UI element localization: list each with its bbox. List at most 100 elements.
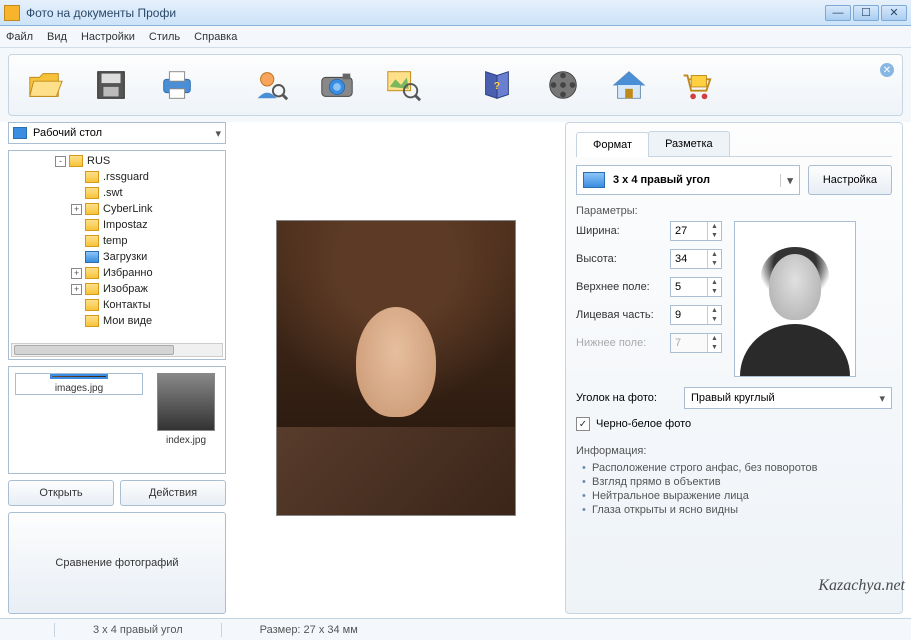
chevron-down-icon[interactable]: ▾ [879, 392, 885, 405]
up-arrow-icon[interactable]: ▲ [708, 306, 721, 315]
film-reel-icon[interactable] [537, 61, 589, 109]
status-format: 3 x 4 правый угол [85, 624, 191, 636]
folder-icon [69, 155, 83, 167]
tree-item-label: Контакты [103, 299, 151, 311]
window-title: Фото на документы Профи [26, 6, 825, 20]
height-spinner[interactable]: ▲▼ [670, 249, 722, 269]
config-button[interactable]: Настройка [808, 165, 892, 195]
camera-icon[interactable] [311, 61, 363, 109]
up-arrow-icon[interactable]: ▲ [708, 222, 721, 231]
menu-style[interactable]: Стиль [149, 31, 180, 43]
monitor-icon [13, 127, 27, 139]
folder-icon [85, 219, 99, 231]
width-input[interactable] [671, 222, 707, 240]
down-arrow-icon: ▼ [708, 343, 721, 352]
titlebar: Фото на документы Профи — ☐ ✕ [0, 0, 911, 26]
face-part-input[interactable] [671, 306, 707, 324]
app-icon [4, 5, 20, 21]
tree-item[interactable]: Контакты [9, 297, 225, 313]
info-item: Взгляд прямо в объектив [580, 475, 892, 489]
help-book-icon[interactable]: ? [471, 61, 523, 109]
tree-item-label: Изображ [103, 283, 148, 295]
down-arrow-icon[interactable]: ▼ [708, 259, 721, 268]
toolbar-close-icon[interactable]: ✕ [880, 63, 894, 77]
user-search-icon[interactable] [245, 61, 297, 109]
actions-button[interactable]: Действия [120, 480, 226, 506]
open-button[interactable]: Открыть [8, 480, 114, 506]
thumbnail-image [157, 373, 215, 431]
path-label: Рабочий стол [33, 127, 102, 139]
tree-item[interactable]: +Избранно [9, 265, 225, 281]
width-spinner[interactable]: ▲▼ [670, 221, 722, 241]
tree-item[interactable]: +CyberLink [9, 201, 225, 217]
chevron-down-icon[interactable]: ▾ [780, 174, 793, 187]
photo-preview-area [236, 122, 555, 614]
chevron-down-icon[interactable]: ▾ [215, 127, 221, 140]
tree-item[interactable]: .rssguard [9, 169, 225, 185]
menu-file[interactable]: Файл [6, 31, 33, 43]
top-margin-input[interactable] [671, 278, 707, 296]
thumbnail-item[interactable]: images.jpg [15, 373, 143, 395]
tree-expander-icon[interactable]: + [71, 284, 82, 295]
info-item: Глаза открыты и ясно видны [580, 503, 892, 517]
height-input[interactable] [671, 250, 707, 268]
menu-help[interactable]: Справка [194, 31, 237, 43]
bottom-margin-spinner: ▲▼ [670, 333, 722, 353]
thumbnail-name: index.jpg [166, 435, 206, 446]
tab-layout[interactable]: Разметка [648, 131, 730, 156]
tree-item[interactable]: .swt [9, 185, 225, 201]
corner-value: Правый круглый [691, 392, 775, 404]
bw-checkbox[interactable]: ✓ [576, 417, 590, 431]
save-icon[interactable] [85, 61, 137, 109]
up-arrow-icon[interactable]: ▲ [708, 250, 721, 259]
corner-label: Уголок на фото: [576, 392, 676, 404]
tree-item[interactable]: temp [9, 233, 225, 249]
tree-expander-icon[interactable]: + [71, 204, 82, 215]
tree-expander-icon[interactable]: - [55, 156, 66, 167]
thumbnail-item[interactable]: index.jpg [153, 373, 219, 467]
up-arrow-icon[interactable]: ▲ [708, 278, 721, 287]
minimize-button[interactable]: — [825, 5, 851, 21]
maximize-button[interactable]: ☐ [853, 5, 879, 21]
top-margin-label: Верхнее поле: [576, 281, 670, 293]
up-arrow-icon: ▲ [708, 334, 721, 343]
top-margin-spinner[interactable]: ▲▼ [670, 277, 722, 297]
down-arrow-icon[interactable]: ▼ [708, 231, 721, 240]
open-folder-icon[interactable] [19, 61, 71, 109]
info-list: Расположение строго анфас, без поворотов… [576, 461, 892, 517]
format-label: 3 x 4 правый угол [613, 174, 710, 186]
tree-item[interactable]: -RUS [9, 153, 225, 169]
menu-settings[interactable]: Настройки [81, 31, 135, 43]
folder-tree[interactable]: -RUS.rssguard.swt+CyberLinkImpostaztemp З… [8, 150, 226, 360]
corner-select[interactable]: Правый круглый ▾ [684, 387, 892, 409]
format-selector[interactable]: 3 x 4 правый угол ▾ [576, 165, 800, 195]
close-button[interactable]: ✕ [881, 5, 907, 21]
compare-button[interactable]: Сравнение фотографий [8, 512, 226, 614]
down-arrow-icon[interactable]: ▼ [708, 287, 721, 296]
tree-item[interactable]: Impostaz [9, 217, 225, 233]
tree-item[interactable]: + Изображ [9, 281, 225, 297]
format-icon [583, 172, 605, 188]
tree-item[interactable]: Загрузки [9, 249, 225, 265]
face-part-spinner[interactable]: ▲▼ [670, 305, 722, 325]
cart-icon[interactable] [669, 61, 721, 109]
bw-label: Черно-белое фото [596, 418, 691, 430]
tree-expander-icon[interactable]: + [71, 268, 82, 279]
folder-icon [85, 235, 99, 247]
tree-item[interactable]: Мои виде [9, 313, 225, 329]
svg-text:?: ? [494, 81, 500, 92]
home-icon[interactable] [603, 61, 655, 109]
status-size: Размер: 27 x 34 мм [252, 624, 366, 636]
path-dropdown[interactable]: Рабочий стол ▾ [8, 122, 226, 144]
watermark: Kazachya.net [818, 577, 905, 595]
tree-scrollbar[interactable] [11, 343, 223, 357]
print-icon[interactable] [151, 61, 203, 109]
down-arrow-icon[interactable]: ▼ [708, 315, 721, 324]
main-photo[interactable] [276, 220, 516, 516]
tree-item-label: Загрузки [103, 251, 147, 263]
bottom-margin-input [671, 334, 707, 352]
image-search-icon[interactable] [377, 61, 429, 109]
menu-view[interactable]: Вид [47, 31, 67, 43]
folder-icon [85, 251, 99, 263]
tab-format[interactable]: Формат [576, 132, 649, 157]
